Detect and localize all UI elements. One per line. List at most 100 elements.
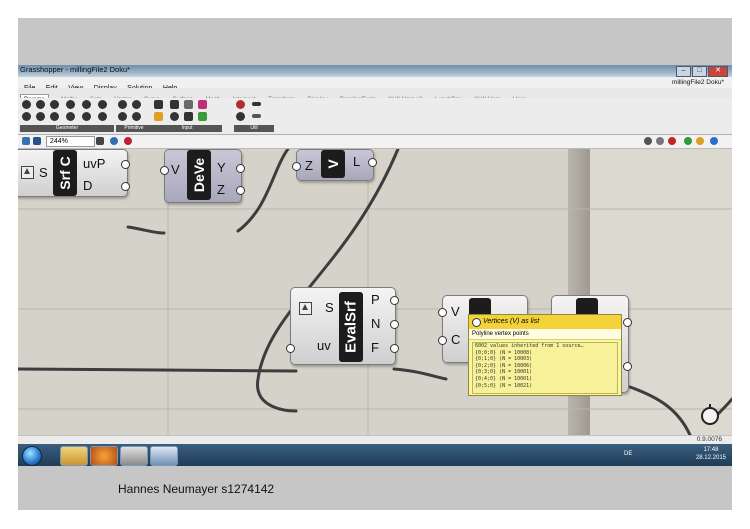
preview-selected-icon[interactable] [684, 137, 692, 145]
button-icon[interactable] [170, 112, 179, 121]
start-button[interactable] [22, 446, 42, 466]
top-gray-band [18, 18, 732, 65]
cherries-icon[interactable] [236, 100, 245, 109]
document-preview-icon[interactable] [696, 137, 704, 145]
tooltip-line: {0;2;0} (N = 10006) [475, 362, 533, 369]
output-grip[interactable] [390, 320, 399, 329]
ribbon-group-util: Util [234, 100, 274, 134]
number-param-icon[interactable] [118, 112, 127, 121]
save-file-icon[interactable] [33, 137, 41, 145]
port-v: V [451, 304, 460, 319]
preview-off-icon[interactable] [644, 137, 652, 145]
param-dot-icon [472, 318, 481, 327]
output-grip[interactable] [236, 186, 245, 195]
wire-p-to-poly [392, 367, 448, 381]
line-param-icon[interactable] [98, 100, 107, 109]
output-grip[interactable] [390, 344, 399, 353]
geometry-param-icon[interactable] [98, 112, 107, 121]
brep-param-icon[interactable] [50, 112, 59, 121]
zoom-extents-icon[interactable] [96, 137, 104, 145]
vector-param-icon[interactable] [36, 100, 45, 109]
relay-arrow-icon[interactable] [252, 102, 261, 106]
output-grip[interactable] [368, 158, 377, 167]
surface-param-icon[interactable] [82, 112, 91, 121]
zoom-field[interactable]: 244% [46, 136, 95, 147]
cursor-busy-icon [701, 404, 719, 425]
open-file-icon[interactable] [22, 137, 30, 145]
plane-param-icon[interactable] [22, 112, 31, 121]
sketch-pen-icon[interactable] [124, 137, 132, 145]
point-param-icon[interactable] [22, 100, 31, 109]
ribbon-group-primitive: Primitive [116, 100, 152, 134]
arc-param-icon[interactable] [66, 100, 75, 109]
rhino-taskbar-icon[interactable] [120, 446, 148, 466]
output-grip[interactable] [121, 182, 130, 191]
boolean-param-icon[interactable] [118, 100, 127, 109]
port-z: Z [305, 158, 313, 173]
firefox-taskbar-icon[interactable] [90, 446, 118, 466]
output-grip[interactable] [623, 318, 632, 327]
menu-bar: File Edit View Display Solution Help [18, 77, 732, 92]
output-grip[interactable] [121, 160, 130, 169]
clock-time: 17:48 [703, 447, 719, 453]
output-grip[interactable] [236, 164, 245, 173]
output-grip[interactable] [390, 296, 399, 305]
vector-component[interactable]: Z V L [292, 149, 377, 181]
jump-arrow-icon[interactable] [252, 114, 261, 118]
explorer-taskbar-icon[interactable] [60, 446, 88, 466]
toggle-icon[interactable] [154, 112, 163, 121]
mesh-param-icon[interactable] [66, 112, 75, 121]
clock-date: 28.12.2015 [695, 455, 726, 461]
wire-uvp-to-deve [126, 225, 166, 235]
value-list-icon[interactable] [184, 100, 193, 109]
keyboard-language[interactable]: DE [624, 451, 632, 457]
close-button[interactable]: ✕ [708, 66, 728, 77]
deconstruct-vector-component[interactable]: V DeVe Y Z [160, 149, 245, 203]
tooltip-line: {0;3;0} (N = 10001) [475, 369, 533, 376]
canvas-toolbar: 244% [18, 135, 732, 149]
circle-param-icon[interactable] [50, 100, 59, 109]
preview-eye-icon[interactable] [110, 137, 118, 145]
component-ribbon: Geometer Primitive Input Util [18, 98, 732, 135]
port-s: S [325, 300, 334, 315]
panel-icon[interactable] [154, 100, 163, 109]
preview-wire-icon[interactable] [656, 137, 664, 145]
curve-param-icon[interactable] [82, 100, 91, 109]
port-s: S [39, 165, 48, 180]
input-grip[interactable] [160, 166, 169, 175]
input-grip[interactable] [438, 336, 447, 345]
component-toggle-icon[interactable] [21, 166, 34, 179]
parameter-tooltip: Vertices (V) as list Polyline vertex poi… [468, 314, 622, 396]
integer-param-icon[interactable] [132, 100, 141, 109]
colour-swatch-icon[interactable] [198, 100, 207, 109]
tooltip-line: {0;5;0} (N = 10021) [475, 382, 533, 389]
minimize-button[interactable]: – [676, 66, 691, 77]
tooltip-line: {0;1;0} (N = 10003) [475, 356, 533, 363]
port-v: V [171, 162, 180, 177]
output-grip[interactable] [623, 362, 632, 371]
input-grip[interactable] [292, 162, 301, 171]
document-label: millingFile2 Doku* [671, 79, 724, 86]
box-param-icon[interactable] [36, 112, 45, 121]
evaluate-surface-component[interactable]: S uv EvalSrf P N F [286, 287, 399, 365]
slider-icon[interactable] [170, 100, 179, 109]
port-l: L [353, 154, 361, 169]
port-p: P [371, 292, 380, 307]
data-dam-icon[interactable] [236, 112, 245, 121]
input-grip[interactable] [438, 308, 447, 317]
preview-mesh-icon[interactable] [710, 137, 718, 145]
grasshopper-canvas[interactable]: S Srf C uvP D V DeVe Y Z Z V L S uv Eval… [18, 149, 732, 435]
grasshopper-taskbar-icon[interactable] [150, 446, 178, 466]
ribbon-label-util: Util [234, 125, 274, 132]
preview-shaded-icon[interactable] [668, 137, 676, 145]
maximize-button[interactable]: □ [692, 66, 707, 77]
text-param-icon[interactable] [132, 112, 141, 121]
component-core: EvalSrf [339, 292, 363, 362]
component-toggle-icon[interactable] [299, 302, 312, 315]
graph-mapper-icon[interactable] [184, 112, 193, 121]
input-grip[interactable] [286, 344, 295, 353]
system-clock[interactable]: 17:48 28.12.2015 [696, 446, 726, 462]
surface-closest-point-component[interactable]: S Srf C uvP D [18, 149, 130, 197]
gradient-icon[interactable] [198, 112, 207, 121]
tooltip-line: 6002 values inherited from 1 source… [475, 343, 584, 349]
